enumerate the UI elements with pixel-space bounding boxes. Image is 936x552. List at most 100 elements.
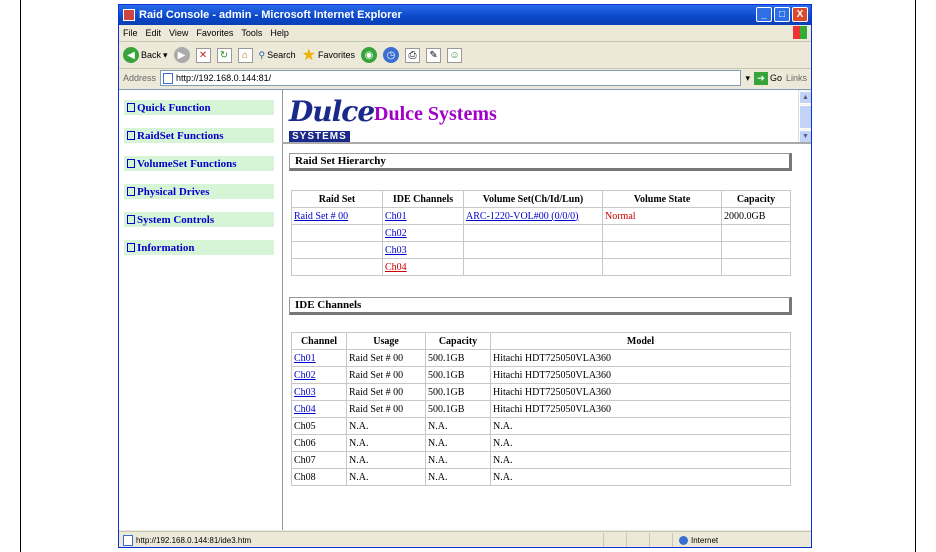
- back-label: Back: [141, 50, 162, 60]
- nav-raidset-functions[interactable]: RaidSet Functions: [124, 128, 274, 143]
- channel-link[interactable]: Ch03: [294, 387, 316, 398]
- status-cell: [649, 533, 672, 547]
- page-icon: [163, 72, 174, 84]
- back-button[interactable]: ◀ Back ▾: [123, 47, 168, 63]
- maximize-button[interactable]: □: [774, 7, 790, 22]
- channel-link[interactable]: Ch01: [294, 353, 316, 364]
- close-button[interactable]: X: [792, 7, 808, 22]
- usage-cell: N.A.: [346, 451, 426, 469]
- header-scrollbar[interactable]: ▲ ▼: [798, 90, 811, 143]
- refresh-icon[interactable]: ↻: [216, 47, 232, 63]
- messenger-icon[interactable]: ☺: [447, 47, 463, 63]
- home-icon[interactable]: ⌂: [237, 47, 253, 63]
- zone-label: Internet: [691, 535, 719, 545]
- table-row: Ch05 N.A. N.A. N.A.: [291, 417, 791, 435]
- volume-set-link[interactable]: ARC-1220-VOL#00 (0/0/0): [466, 211, 579, 222]
- capacity-cell: 500.1GB: [425, 383, 491, 401]
- chevron-down-icon: ▾: [163, 49, 168, 60]
- table-row: Ch01 Raid Set # 00 500.1GB Hitachi HDT72…: [291, 349, 791, 367]
- table-row: Ch04 Raid Set # 00 500.1GB Hitachi HDT72…: [291, 400, 791, 418]
- menu-favorites[interactable]: Favorites: [196, 28, 233, 38]
- channel-link[interactable]: Ch02: [385, 228, 407, 239]
- table-row: Ch03 Raid Set # 00 500.1GB Hitachi HDT72…: [291, 383, 791, 401]
- window-title: Raid Console - admin - Microsoft Interne…: [139, 9, 402, 21]
- status-bar: http://192.168.0.144:81/ide3.htm Interne…: [119, 531, 811, 547]
- address-input[interactable]: http://192.168.0.144:81/: [160, 70, 742, 86]
- address-dropdown-icon[interactable]: ▾: [745, 73, 750, 84]
- brand-title: Dulce Systems: [374, 103, 497, 125]
- channel-link[interactable]: Ch03: [385, 245, 407, 256]
- table-row: Ch02: [291, 224, 791, 242]
- star-icon: ★: [301, 47, 317, 64]
- menu-help[interactable]: Help: [270, 28, 289, 38]
- search-label: Search: [267, 50, 296, 60]
- volume-set-cell: [463, 241, 603, 259]
- usage-cell: N.A.: [346, 417, 426, 435]
- history-icon[interactable]: ◷: [383, 47, 400, 63]
- nav-physical-drives[interactable]: Physical Drives: [124, 184, 274, 199]
- volume-state: [602, 241, 722, 259]
- go-label: Go: [769, 73, 782, 83]
- checkbox-icon: [127, 103, 135, 112]
- channel-cell: Ch06: [291, 434, 347, 452]
- model-cell: Hitachi HDT725050VLA360: [490, 366, 791, 384]
- status-url: http://192.168.0.144:81/ide3.htm: [136, 535, 252, 545]
- volume-state: Normal: [602, 207, 722, 225]
- links-button[interactable]: Links: [786, 73, 811, 83]
- model-cell: N.A.: [490, 468, 791, 486]
- nav-information[interactable]: Information: [124, 240, 274, 255]
- usage-cell: Raid Set # 00: [346, 366, 426, 384]
- scroll-thumb[interactable]: [799, 105, 811, 129]
- edit-icon[interactable]: ✎: [426, 47, 442, 63]
- model-cell: N.A.: [490, 417, 791, 435]
- usage-cell: Raid Set # 00: [346, 400, 426, 418]
- capacity-cell: N.A.: [425, 468, 491, 486]
- col-capacity: Capacity: [721, 190, 791, 208]
- channel-link[interactable]: Ch01: [385, 211, 407, 222]
- menu-edit[interactable]: Edit: [146, 28, 162, 38]
- capacity-cell: N.A.: [425, 451, 491, 469]
- toolbar: ◀ Back ▾ ▶ ✕ ↻ ⌂ ⚲ Search ★ Favorites ◉ …: [119, 42, 811, 69]
- channel-link[interactable]: Ch04: [294, 404, 316, 415]
- capacity-cell: N.A.: [425, 434, 491, 452]
- channel-link-visited[interactable]: Ch04: [385, 262, 407, 273]
- menu-file[interactable]: File: [123, 28, 138, 38]
- model-cell: N.A.: [490, 451, 791, 469]
- menu-view[interactable]: View: [169, 28, 188, 38]
- nav-system-controls[interactable]: System Controls: [124, 212, 274, 227]
- col-model: Model: [490, 332, 791, 350]
- print-icon[interactable]: ⎙: [405, 47, 421, 63]
- ide-channels-heading: IDE Channels: [289, 297, 792, 315]
- nav-volumeset-functions[interactable]: VolumeSet Functions: [124, 156, 274, 171]
- volume-state: [602, 258, 722, 276]
- status-url-area: http://192.168.0.144:81/ide3.htm: [119, 534, 603, 546]
- stop-icon[interactable]: ✕: [195, 47, 211, 63]
- raid-set-link[interactable]: Raid Set # 00: [294, 211, 348, 222]
- model-cell: Hitachi HDT725050VLA360: [490, 349, 791, 367]
- window-controls: _ □ X: [756, 7, 808, 22]
- nav-quick-function[interactable]: Quick Function: [124, 100, 274, 115]
- raid-set-cell: [291, 241, 383, 259]
- channel-link[interactable]: Ch02: [294, 370, 316, 381]
- scroll-up-icon[interactable]: ▲: [799, 91, 811, 104]
- checkbox-icon: [127, 187, 135, 196]
- channel-cell: Ch07: [291, 451, 347, 469]
- menu-tools[interactable]: Tools: [241, 28, 262, 38]
- media-icon[interactable]: ◉: [361, 47, 378, 63]
- checkbox-icon: [127, 159, 135, 168]
- minimize-button[interactable]: _: [756, 7, 772, 22]
- title-bar: Raid Console - admin - Microsoft Interne…: [119, 5, 811, 25]
- forward-button[interactable]: ▶: [173, 47, 190, 63]
- capacity-cell: [721, 224, 791, 242]
- search-button[interactable]: ⚲ Search: [259, 50, 296, 61]
- usage-cell: N.A.: [346, 434, 426, 452]
- volume-state: [602, 224, 722, 242]
- address-bar: Address http://192.168.0.144:81/ ▾ ➔ Go …: [119, 69, 811, 87]
- model-cell: Hitachi HDT725050VLA360: [490, 400, 791, 418]
- capacity-cell: N.A.: [425, 417, 491, 435]
- model-cell: Hitachi HDT725050VLA360: [490, 383, 791, 401]
- favorites-button[interactable]: ★ Favorites: [302, 45, 355, 65]
- go-button[interactable]: ➔ Go: [753, 71, 782, 85]
- windows-logo-icon: [793, 26, 807, 39]
- table-row: Ch02 Raid Set # 00 500.1GB Hitachi HDT72…: [291, 366, 791, 384]
